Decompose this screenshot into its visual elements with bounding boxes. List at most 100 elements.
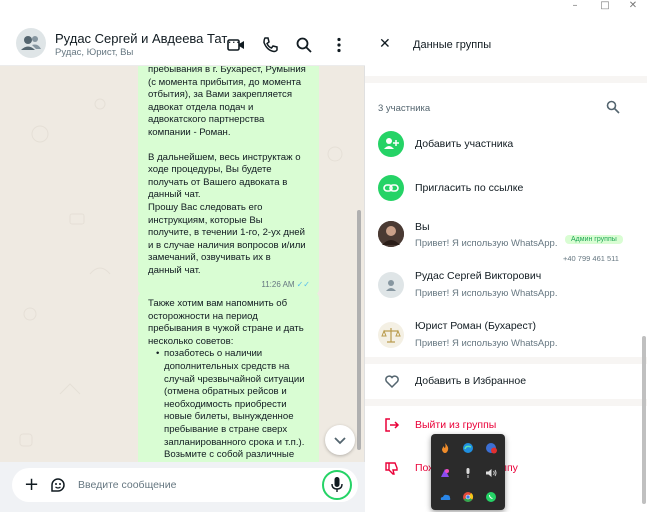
info-scrollbar[interactable]: [642, 336, 646, 504]
avatar[interactable]: [378, 221, 404, 247]
close-window-icon[interactable]: ✕: [618, 0, 647, 14]
system-tray-popup: [431, 434, 505, 510]
members-count: 3 участника: [378, 103, 431, 114]
message-line: адвокатского партнерства: [148, 114, 265, 126]
chevron-down-icon: [334, 437, 346, 445]
message-time: 11:26 AM: [261, 279, 295, 289]
mic-icon: [331, 477, 343, 492]
message-line: компании - Роман.: [148, 126, 231, 138]
microphone-tray-icon[interactable]: [462, 467, 474, 479]
heart-icon: [385, 375, 399, 389]
message-text: Также хотим вам напомнить об осторожности…: [148, 298, 310, 348]
exit-group-button[interactable]: Выйти из группы: [415, 419, 496, 431]
avatar[interactable]: [378, 272, 404, 298]
bullet-line: запланированного срока и т.п.).: [164, 436, 305, 448]
message-bullet: позаботесь о наличиидополнительных средс…: [156, 348, 310, 461]
notification-badge-icon[interactable]: [485, 442, 497, 454]
add-member-icon[interactable]: [378, 131, 404, 157]
message-line: ходе процедуры, Вы будете: [148, 164, 272, 176]
group-icon: [21, 36, 41, 50]
avatar[interactable]: [378, 322, 404, 348]
message-line: пребывания в чужой стране и дать: [148, 323, 304, 335]
message-input[interactable]: Введите сообщение: [78, 479, 176, 491]
video-call-icon[interactable]: [227, 36, 245, 54]
link-icon[interactable]: [378, 175, 404, 201]
chat-title: Рудас Сергей и Авдеева Тат…: [55, 31, 241, 46]
message-bubble[interactable]: Также хотим вам напомнить об осторожности…: [138, 292, 319, 466]
bullet-line: случай чрезвычайной ситуации: [164, 373, 305, 385]
exit-icon: [385, 418, 400, 432]
member-name[interactable]: Вы: [415, 221, 430, 233]
maximize-icon[interactable]: □: [590, 0, 620, 14]
user-photo-icon: [378, 221, 404, 247]
panel-title: Данные группы: [413, 39, 492, 51]
messages-area[interactable]: пребывания в г. Бухарест, Румыния (с моме…: [0, 58, 365, 466]
group-avatar[interactable]: [16, 28, 46, 58]
read-ticks-icon: ✓✓: [296, 279, 310, 289]
message-line: Прошу Вас следовать его: [148, 201, 263, 213]
bullet-line: дополнительных средств на: [164, 360, 290, 372]
compose-box[interactable]: + Введите сообщение: [12, 468, 358, 502]
chat-scrollbar[interactable]: [357, 210, 361, 450]
compose-bar: + Введите сообщение: [0, 462, 365, 512]
volume-icon[interactable]: [485, 467, 497, 479]
bullet-line: необходимость приобрести: [164, 398, 287, 410]
cloud-icon[interactable]: [439, 491, 451, 503]
minimize-icon[interactable]: –: [560, 0, 590, 14]
message-line: получите, в течении 1-го, 2-ух дней: [148, 227, 305, 239]
message-line: замечаний, озвучивать их в: [148, 252, 271, 264]
message-line: получать от Вашего адвоката в: [148, 176, 288, 188]
attach-icon[interactable]: +: [24, 476, 39, 494]
chat-header[interactable]: Рудас Сергей и Авдеева Тат… Рудас, Юрист…: [0, 14, 365, 66]
colorful-app-icon[interactable]: [439, 467, 451, 479]
member-status: Привет! Я использую WhatsApp.: [415, 288, 558, 299]
message-line: данный чат.: [148, 189, 201, 201]
sticker-icon[interactable]: [50, 477, 66, 493]
divider: [365, 399, 647, 406]
message-line: несколько советов:: [148, 335, 234, 347]
message-line: инструкциям, которые Вы: [148, 214, 263, 226]
scales-logo-icon: [381, 328, 401, 343]
member-name[interactable]: Юрист Роман (Бухарест): [415, 320, 536, 332]
message-bubble[interactable]: пребывания в г. Бухарест, Румыния (с моме…: [138, 58, 319, 296]
bullet-line: пребывание в стране сверх: [164, 423, 288, 435]
bullet-line: позаботесь о наличии: [164, 348, 263, 360]
flame-app-icon[interactable]: [439, 442, 451, 454]
search-icon[interactable]: [295, 36, 313, 54]
member-status: Привет! Я использую WhatsApp.: [415, 338, 558, 349]
add-member-button[interactable]: Добавить участника: [415, 138, 513, 150]
scroll-down-button[interactable]: [325, 425, 355, 455]
add-favorite-button[interactable]: Добавить в Избранное: [415, 375, 526, 387]
message-line: В дальнейшем, весь инструктаж о: [148, 151, 301, 163]
menu-dots-icon[interactable]: [330, 36, 348, 54]
message-line: данный чат.: [148, 264, 201, 276]
chrome-icon[interactable]: [462, 491, 474, 503]
default-user-icon: [386, 280, 396, 291]
message-text: пребывания в г. Бухарест, Румыния (с моме…: [148, 64, 310, 278]
thumbs-down-icon: [385, 462, 398, 475]
message-line: осторожности на период: [148, 310, 258, 322]
member-name[interactable]: Рудас Сергей Викторович: [415, 270, 541, 282]
edge-icon[interactable]: [462, 442, 474, 454]
close-icon[interactable]: ✕: [379, 36, 391, 52]
bullet-line: (отмена обратных рейсов и: [164, 386, 287, 398]
group-info-panel: ✕ Данные группы 3 участника Добавить уча…: [365, 14, 647, 512]
message-meta: 11:26 AM ✓✓: [148, 279, 310, 292]
invite-link-button[interactable]: Пригласить по ссылке: [415, 182, 523, 194]
whatsapp-icon[interactable]: [485, 491, 497, 503]
phone-call-icon[interactable]: [261, 36, 279, 54]
message-line: и в случае наличия вопросов и/или: [148, 239, 306, 251]
message-line: отбытия), за Вами закрепляется: [148, 89, 293, 101]
message-line: (с момента прибытия, до момента: [148, 76, 302, 88]
member-phone: +40 799 461 511: [563, 254, 619, 263]
divider: [365, 357, 647, 364]
member-search-icon[interactable]: [606, 100, 620, 114]
member-status: Привет! Я использую WhatsApp.: [415, 238, 558, 249]
window-titlebar: – □ ✕: [0, 0, 647, 14]
message-line: адвокат отдела подач и: [148, 101, 254, 113]
admin-badge: Админ группы: [565, 235, 623, 244]
bullet-line: Возьмите с собой различные: [164, 449, 295, 461]
mic-button[interactable]: [322, 470, 352, 500]
message-line: Также хотим вам напомнить об: [148, 298, 288, 309]
chat-participants: Рудас, Юрист, Вы: [55, 47, 134, 58]
